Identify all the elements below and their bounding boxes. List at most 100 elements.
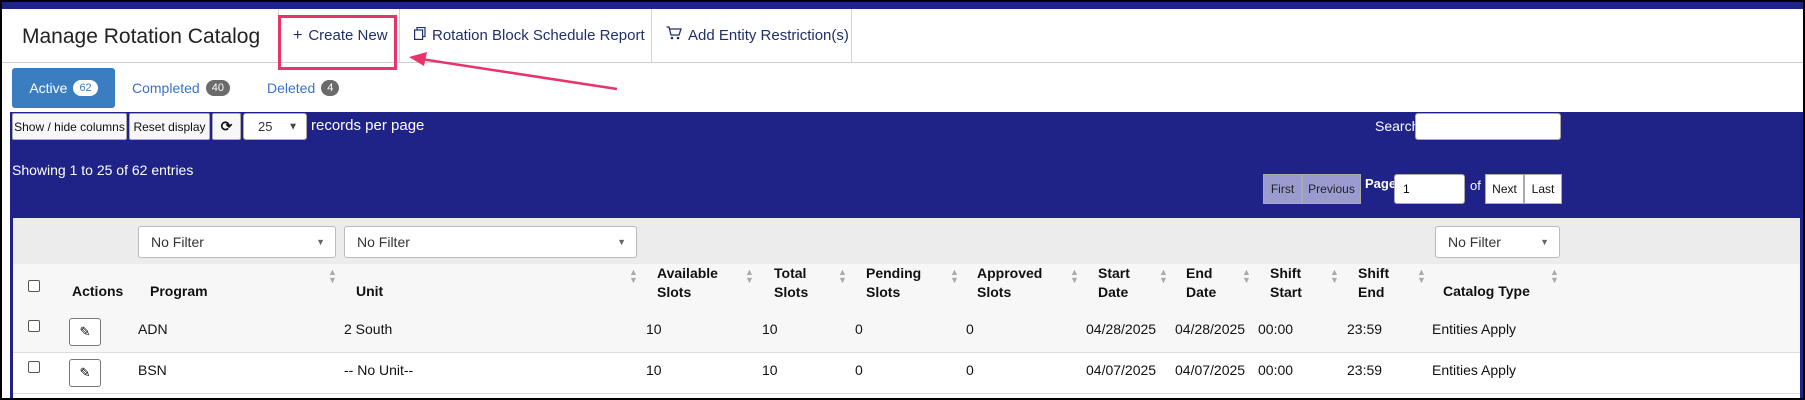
column-approved-slots[interactable]: Approved Slots: [977, 264, 1042, 302]
create-new-highlight-box: [278, 15, 397, 70]
cell-catalog-type: Entities Apply: [1432, 321, 1517, 337]
column-total-slots[interactable]: Total Slots: [774, 264, 808, 302]
sort-icon[interactable]: ▲ ▼: [950, 268, 959, 285]
cell-available: 10: [646, 362, 662, 378]
edit-button[interactable]: ✎: [69, 359, 101, 387]
column-total-line2: Slots: [774, 284, 809, 300]
cell-approved: 0: [966, 362, 974, 378]
column-total-line1: Total: [774, 265, 807, 281]
datatable-panel: Show / hide columns Reset display ⟳ 25 ▼…: [10, 112, 1803, 398]
column-start-date[interactable]: Start Date: [1098, 264, 1130, 302]
sort-icon[interactable]: ▲ ▼: [1417, 268, 1426, 285]
page-frame: Manage Rotation Catalog + Create New Rot…: [0, 0, 1805, 400]
column-available-line1: Available: [657, 265, 718, 281]
column-end-date[interactable]: End Date: [1186, 264, 1216, 302]
cell-start-date: 04/28/2025: [1086, 321, 1157, 337]
add-entity-label: Add Entity Restriction(s): [688, 27, 849, 44]
program-filter-select[interactable]: No Filter ▼: [138, 226, 336, 258]
chevron-down-icon: ▼: [288, 121, 298, 132]
column-shift-end[interactable]: Shift End: [1358, 264, 1389, 302]
unit-filter-value: No Filter: [357, 234, 410, 250]
row-checkbox[interactable]: [28, 361, 40, 373]
cell-approved: 0: [966, 321, 974, 337]
chevron-down-icon: ▼: [316, 237, 325, 247]
last-page-button[interactable]: Last: [1524, 174, 1562, 204]
sort-icon[interactable]: ▲ ▼: [1550, 268, 1559, 285]
chevron-down-icon: ▼: [1540, 237, 1549, 247]
first-page-button[interactable]: First: [1263, 174, 1302, 204]
cell-program: BSN: [138, 362, 167, 378]
catalog-type-filter-select[interactable]: No Filter ▼: [1435, 226, 1560, 258]
select-all-checkbox[interactable]: [28, 280, 40, 292]
sort-icon[interactable]: ▲ ▼: [1330, 268, 1339, 285]
table-row: ✎ BSN -- No Unit-- 10 10 0 0 04/07/2025 …: [13, 353, 1800, 394]
sort-icon[interactable]: ▲ ▼: [745, 268, 754, 285]
records-per-page-label: records per page: [311, 117, 425, 134]
cell-pending: 0: [855, 321, 863, 337]
column-shift-start[interactable]: Shift Start: [1270, 264, 1302, 302]
rotation-report-label: Rotation Block Schedule Report: [432, 27, 645, 44]
catalog-type-filter-value: No Filter: [1448, 234, 1501, 250]
refresh-button[interactable]: ⟳: [212, 113, 241, 140]
tab-deleted-count: 4: [321, 80, 340, 96]
edit-button[interactable]: ✎: [69, 318, 101, 346]
column-pending-slots[interactable]: Pending Slots: [866, 264, 921, 302]
previous-page-button[interactable]: Previous: [1302, 174, 1361, 204]
annotation-arrow: [409, 52, 618, 91]
column-unit[interactable]: Unit: [356, 282, 383, 301]
cell-shift-start: 00:00: [1258, 321, 1294, 337]
sort-icon[interactable]: ▲ ▼: [1242, 268, 1251, 285]
reset-display-button[interactable]: Reset display: [129, 113, 210, 140]
column-program[interactable]: Program: [150, 282, 208, 301]
cell-program: ADN: [138, 321, 168, 337]
cart-icon: [666, 26, 682, 45]
cell-available: 10: [646, 321, 662, 337]
entries-info: Showing 1 to 25 of 62 entries: [12, 162, 194, 178]
table-row: ✎ ADN 2 South 10 10 0 0 04/28/2025 04/28…: [13, 312, 1800, 353]
sort-icon[interactable]: ▲ ▼: [838, 268, 847, 285]
tab-completed-label: Completed: [132, 80, 200, 96]
tab-deleted[interactable]: Deleted 4: [267, 68, 340, 108]
tab-completed[interactable]: Completed 40: [132, 68, 230, 108]
tab-active[interactable]: Active 62: [12, 68, 115, 108]
cell-total: 10: [762, 321, 778, 337]
unit-filter-select[interactable]: No Filter ▼: [344, 226, 637, 258]
page-number-input[interactable]: 1: [1394, 174, 1465, 204]
column-shift-start-line2: Start: [1270, 284, 1302, 300]
pencil-icon: ✎: [79, 324, 91, 339]
page-size-select[interactable]: 25 ▼: [243, 113, 307, 140]
cell-pending: 0: [855, 362, 863, 378]
sort-icon[interactable]: ▲ ▼: [629, 268, 638, 285]
copy-icon: [414, 26, 426, 45]
tab-deleted-label: Deleted: [267, 80, 316, 96]
column-end-line1: End: [1186, 265, 1213, 281]
cell-shift-end: 23:59: [1347, 321, 1383, 337]
column-shift-start-line1: Shift: [1270, 265, 1302, 281]
pencil-icon: ✎: [79, 365, 91, 380]
cell-end-date: 04/28/2025: [1175, 321, 1246, 337]
column-shift-end-line1: Shift: [1358, 265, 1390, 281]
column-available-slots[interactable]: Available Slots: [657, 264, 718, 302]
sort-icon[interactable]: ▲ ▼: [1070, 268, 1079, 285]
column-catalog-type[interactable]: Catalog Type: [1443, 282, 1530, 301]
refresh-icon: ⟳: [220, 118, 233, 134]
column-start-line2: Date: [1098, 284, 1129, 300]
sort-icon[interactable]: ▲ ▼: [1159, 268, 1168, 285]
cell-shift-end: 23:59: [1347, 362, 1383, 378]
program-filter-value: No Filter: [151, 234, 204, 250]
tab-active-count: 62: [73, 80, 98, 96]
search-input[interactable]: [1415, 113, 1561, 140]
page-title: Manage Rotation Catalog: [22, 25, 261, 48]
tab-completed-count: 40: [205, 80, 230, 96]
column-actions: Actions: [72, 283, 124, 299]
cell-end-date: 04/07/2025: [1175, 362, 1246, 378]
show-hide-columns-button[interactable]: Show / hide columns: [12, 113, 127, 140]
cell-total: 10: [762, 362, 778, 378]
filter-row: ▲ No Filter ▼ No Filter ▼ No Filter ▼: [13, 218, 1800, 265]
column-approved-line1: Approved: [977, 265, 1043, 281]
add-entity-restriction-button[interactable]: Add Entity Restriction(s): [651, 9, 852, 62]
row-checkbox[interactable]: [28, 320, 40, 332]
next-page-button[interactable]: Next: [1485, 174, 1524, 204]
sort-icon[interactable]: ▲ ▼: [328, 268, 337, 285]
column-pending-line2: Slots: [866, 284, 901, 300]
